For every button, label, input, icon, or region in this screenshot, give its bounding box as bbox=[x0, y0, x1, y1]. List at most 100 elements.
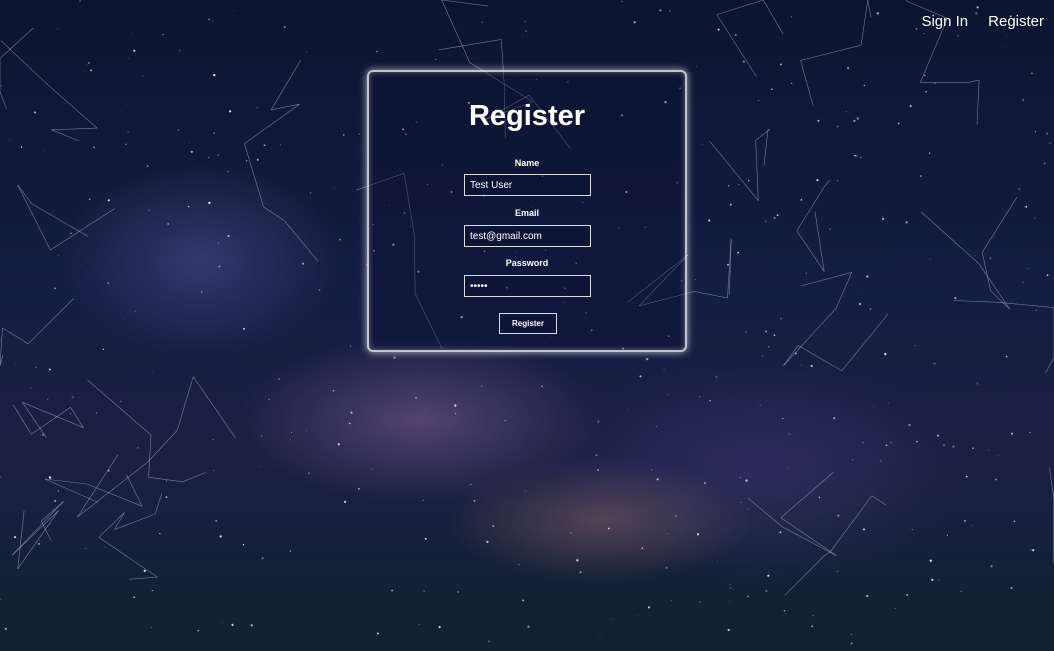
star bbox=[334, 188, 335, 190]
constellation-line bbox=[784, 555, 825, 596]
star bbox=[911, 529, 913, 530]
star bbox=[639, 375, 642, 378]
constellation-line bbox=[148, 434, 152, 478]
star bbox=[376, 50, 378, 53]
star bbox=[9, 140, 10, 141]
star bbox=[146, 165, 149, 167]
star bbox=[34, 111, 36, 114]
star bbox=[124, 318, 126, 319]
star bbox=[934, 363, 936, 365]
star bbox=[1034, 131, 1036, 133]
star bbox=[768, 346, 770, 348]
constellation-line bbox=[11, 510, 59, 556]
star bbox=[739, 476, 742, 479]
constellation-line bbox=[796, 185, 826, 232]
star bbox=[791, 82, 793, 84]
star bbox=[646, 357, 649, 361]
form-title: Register bbox=[468, 100, 586, 132]
star bbox=[280, 144, 282, 146]
constellation-line bbox=[860, 0, 869, 46]
star bbox=[816, 179, 819, 182]
password-input[interactable] bbox=[464, 275, 591, 297]
star bbox=[773, 217, 776, 220]
star bbox=[159, 532, 161, 535]
star bbox=[884, 352, 887, 356]
star bbox=[415, 396, 418, 399]
constellation-line bbox=[31, 203, 89, 237]
star bbox=[418, 623, 420, 625]
star bbox=[1034, 217, 1036, 219]
star bbox=[712, 130, 714, 132]
star bbox=[95, 412, 98, 414]
star bbox=[291, 431, 293, 433]
star bbox=[1029, 431, 1031, 434]
star bbox=[125, 143, 127, 145]
constellation-line bbox=[12, 404, 32, 435]
star bbox=[208, 201, 211, 205]
star bbox=[1004, 46, 1006, 48]
star bbox=[952, 445, 955, 448]
name-input[interactable] bbox=[464, 174, 591, 196]
star bbox=[761, 355, 764, 357]
star bbox=[846, 66, 850, 70]
star bbox=[943, 444, 945, 446]
constellation-line bbox=[800, 272, 852, 287]
star bbox=[663, 368, 665, 371]
constellation-line bbox=[121, 461, 148, 483]
top-nav: Sign In Register bbox=[921, 13, 1044, 30]
star bbox=[817, 119, 820, 122]
star bbox=[140, 210, 142, 212]
star bbox=[765, 589, 768, 593]
sign-in-link[interactable]: Sign In bbox=[921, 13, 968, 30]
constellation-line bbox=[98, 512, 125, 538]
register-button[interactable]: Register bbox=[499, 313, 557, 334]
star bbox=[246, 160, 248, 162]
star bbox=[88, 62, 90, 64]
star bbox=[786, 467, 788, 469]
constellation-line bbox=[800, 44, 862, 61]
star bbox=[812, 614, 814, 617]
star bbox=[669, 10, 671, 12]
star bbox=[976, 382, 979, 385]
email-input[interactable] bbox=[464, 225, 591, 247]
star bbox=[570, 532, 572, 534]
constellation-line bbox=[77, 482, 122, 518]
star bbox=[715, 375, 718, 379]
star bbox=[730, 587, 732, 589]
constellation-line bbox=[154, 493, 163, 515]
star bbox=[860, 156, 862, 159]
star bbox=[1005, 36, 1007, 38]
constellation-line bbox=[22, 402, 84, 428]
star bbox=[850, 633, 852, 635]
star bbox=[637, 615, 639, 617]
star bbox=[473, 499, 476, 502]
star bbox=[208, 156, 210, 159]
star bbox=[866, 275, 869, 278]
star bbox=[79, 0, 81, 2]
star bbox=[1010, 587, 1013, 589]
star bbox=[729, 601, 731, 602]
register-link[interactable]: Register bbox=[988, 13, 1044, 30]
star bbox=[200, 291, 203, 293]
star bbox=[128, 57, 130, 59]
star bbox=[242, 543, 245, 546]
star bbox=[764, 220, 767, 223]
star bbox=[1035, 309, 1037, 311]
star bbox=[332, 389, 335, 392]
star bbox=[219, 535, 222, 538]
star bbox=[261, 435, 262, 437]
star bbox=[57, 28, 59, 30]
name-label: Name bbox=[514, 158, 540, 168]
star bbox=[909, 105, 912, 108]
star bbox=[188, 141, 190, 143]
star bbox=[107, 199, 110, 202]
star bbox=[162, 33, 164, 36]
star bbox=[776, 214, 779, 217]
star bbox=[934, 82, 936, 84]
star bbox=[48, 476, 52, 479]
constellation-line bbox=[147, 429, 178, 463]
star bbox=[121, 276, 123, 278]
star bbox=[1025, 206, 1028, 208]
star bbox=[127, 131, 129, 133]
star bbox=[595, 454, 598, 457]
